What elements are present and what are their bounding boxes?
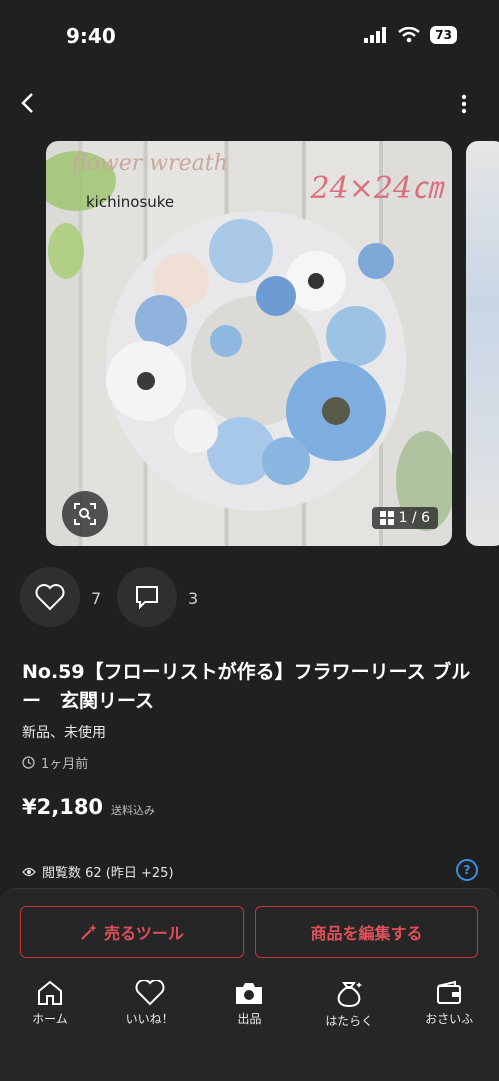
edit-item-button[interactable]: 商品を編集する <box>255 906 478 958</box>
view-count-text: 閲覧数 62 (昨日 +25) <box>42 866 174 881</box>
photo-watermark: kichinosuke <box>86 193 175 211</box>
tab-sell-label: 出品 <box>237 1012 262 1026</box>
sell-tool-label: 売るツール <box>104 924 184 943</box>
like-button[interactable] <box>20 567 80 627</box>
clock-icon <box>22 756 35 769</box>
tab-sell[interactable]: 出品 <box>204 980 294 1029</box>
heart-icon <box>35 583 65 610</box>
posted-time-text: 1ヶ月前 <box>41 757 89 772</box>
tab-wallet[interactable]: おさいふ <box>404 980 494 1029</box>
price: ¥2,180 送料込み <box>22 795 155 819</box>
eye-icon <box>22 867 36 876</box>
camera-icon <box>236 983 263 1004</box>
tab-likes[interactable]: いいね！ <box>105 980 195 1029</box>
shipping-label: 送料込み <box>111 804 156 817</box>
more-options-button[interactable] <box>452 92 476 116</box>
product-photo[interactable]: flower wreath 24×24㎝ kichinosuke 1 / 6 <box>46 141 452 546</box>
wifi-icon <box>398 27 421 43</box>
battery-indicator: 73 <box>430 26 457 44</box>
next-photo[interactable] <box>466 141 499 546</box>
wallet-icon <box>437 980 462 1004</box>
lens-scan-icon <box>74 503 96 525</box>
chevron-left-icon <box>21 93 33 113</box>
grid-icon <box>379 511 394 525</box>
photo-script-text: flower wreath <box>72 151 228 176</box>
item-title: No.59【フローリストが作る】フラワーリース ブルー 玄関リース <box>22 661 471 712</box>
tab-home-label: ホーム <box>32 1012 68 1026</box>
photo-counter: 1 / 6 <box>371 507 438 529</box>
sparkle-wand-icon <box>81 924 98 940</box>
edit-item-label: 商品を編集する <box>310 924 423 943</box>
more-vertical-icon <box>461 94 467 114</box>
photo-size-text: 24×24㎝ <box>310 171 442 206</box>
comment-count: 3 <box>188 589 199 608</box>
status-time: 9:40 <box>66 24 116 48</box>
item-condition: 新品、未使用 <box>22 725 106 741</box>
tab-wallet-label: おさいふ <box>425 1012 474 1026</box>
price-value: ¥2,180 <box>22 795 104 819</box>
home-icon <box>37 980 62 1005</box>
image-search-button[interactable] <box>62 491 108 537</box>
photo-counter-text: 1 / 6 <box>398 510 430 526</box>
sell-tool-button[interactable]: 売るツール <box>20 906 244 958</box>
posted-time: 1ヶ月前 <box>22 753 88 772</box>
tab-likes-label: いいね！ <box>125 1012 174 1026</box>
heart-icon <box>135 980 165 1006</box>
help-icon[interactable]: ? <box>456 859 478 881</box>
like-count: 7 <box>91 589 102 608</box>
money-bag-icon <box>337 982 363 1008</box>
back-button[interactable] <box>14 90 40 116</box>
comment-button[interactable] <box>117 567 177 627</box>
status-icons: 73 <box>364 26 457 44</box>
tab-work[interactable]: はたらく <box>304 980 394 1029</box>
signal-icon <box>364 27 387 43</box>
tab-home[interactable]: ホーム <box>5 980 95 1029</box>
tab-work-label: はたらく <box>325 1014 374 1028</box>
view-count: 閲覧数 62 (昨日 +25) <box>22 862 174 881</box>
tab-bar: ホーム いいね！ 出品 はたらく おさいふ <box>0 980 499 1029</box>
comment-icon <box>136 586 158 610</box>
